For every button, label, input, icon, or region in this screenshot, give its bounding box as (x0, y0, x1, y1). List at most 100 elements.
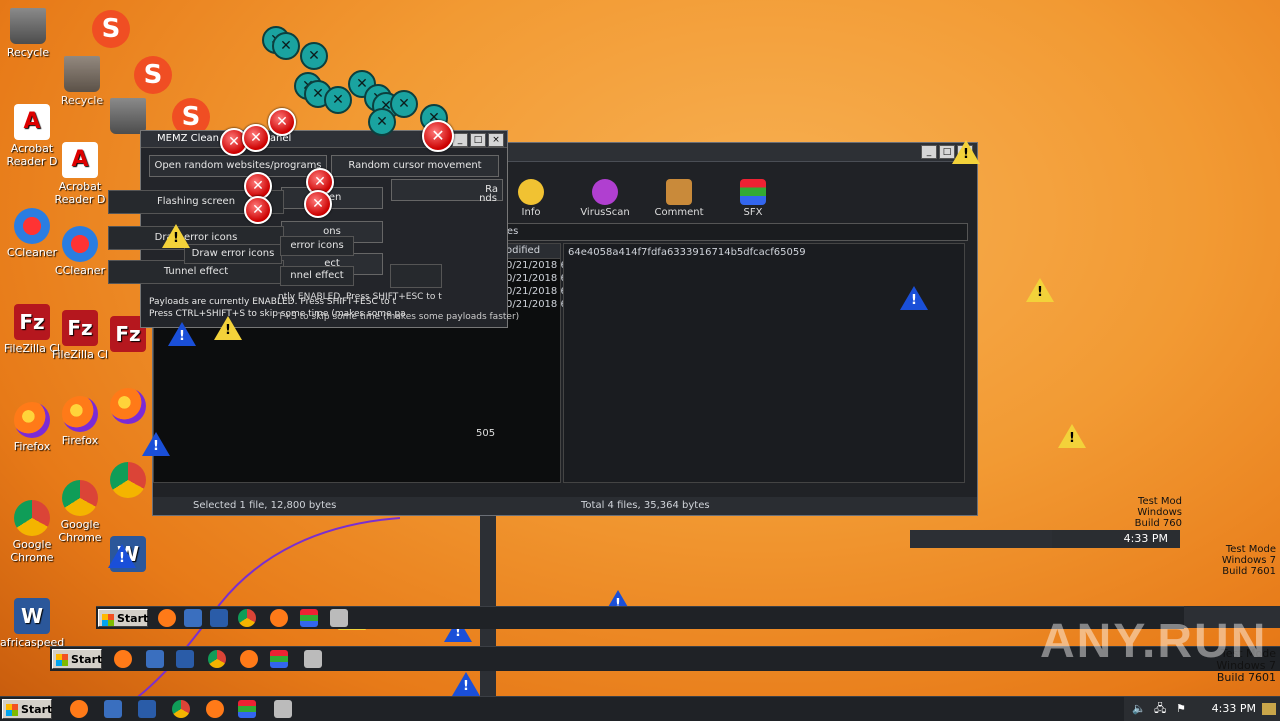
test-mode-watermark-ghost-2: Test Mod Windows Build 760 (1134, 496, 1182, 529)
start-button: Start (98, 609, 148, 627)
error-icon: ✕ (244, 196, 272, 224)
ghost-taskbar: Start (96, 606, 1184, 629)
alert-icon (142, 432, 170, 456)
file-info-right[interactable]: 64e4058a414f7fdfa6333916714b5dfcacf65059 (563, 243, 965, 483)
firefox-icon (110, 388, 146, 424)
random-cursor-button[interactable]: Random cursor movement (331, 155, 499, 177)
s-logo-icon[interactable]: S (92, 10, 130, 48)
app-icon[interactable] (274, 700, 292, 718)
app-icon (304, 650, 322, 668)
firefox-icon (14, 402, 50, 438)
chrome-icon (62, 480, 98, 516)
error-icon: ✕ (304, 190, 332, 218)
acrobat-icon: A (14, 104, 50, 140)
media-player-icon[interactable] (138, 700, 156, 718)
warning-icon (162, 224, 190, 248)
ccleaner-icon (14, 208, 50, 244)
filezilla-icon: Fz (62, 310, 98, 346)
desktop-icon-recycle-bin[interactable]: Recycle (0, 8, 60, 59)
show-desktop-icon[interactable] (1262, 703, 1276, 715)
warning-icon (1026, 278, 1054, 302)
warning-icon (952, 140, 980, 164)
recycle-bin-icon (10, 8, 46, 44)
minimize-button[interactable]: _ (452, 133, 468, 147)
start-button[interactable]: Start (2, 699, 52, 719)
toolbar: Info VirusScan Comment SFX (503, 179, 781, 218)
toolbar-virusscan-button[interactable]: VirusScan (577, 179, 633, 218)
error-icon: ✕ (300, 42, 328, 70)
ghost-button-nds: nds (479, 193, 497, 204)
file-hash: 64e4058a414f7fdfa6333916714b5dfcacf65059 (568, 247, 806, 258)
firefox-icon[interactable] (206, 700, 224, 718)
anyrun-logo: ANY.RUN (1040, 615, 1268, 668)
taskbar: Start 🔈 🖧 ⚑ 4:33 PM (0, 696, 1280, 721)
system-tray: 🔈 🖧 ⚑ 4:33 PM (1124, 697, 1280, 721)
ghost-note-2: T+S to skip some time (makes some payloa… (278, 312, 520, 322)
alert-icon (900, 286, 928, 310)
alert-icon (452, 672, 480, 696)
winrar-icon (300, 609, 318, 627)
comment-icon (666, 179, 692, 205)
network-icon[interactable]: 🖧 (1154, 697, 1166, 721)
status-right: Total 4 files, 35,364 bytes (581, 500, 710, 511)
chrome-icon[interactable] (172, 700, 190, 718)
firefox-icon (270, 609, 288, 627)
ghost-button-error-icons: error icons (280, 236, 354, 256)
media-player-icon (176, 650, 194, 668)
error-icon: ✕ (422, 120, 454, 152)
error-icon: ✕ (324, 86, 352, 114)
ghost-note-1: ntly ENABLED. Press SHIFT+ESC to t (278, 292, 442, 302)
acrobat-icon: A (62, 142, 98, 178)
alert-icon (168, 322, 196, 346)
winrar-icon[interactable] (238, 700, 256, 718)
ghost-button-een[interactable]: een (281, 187, 383, 209)
firefox-icon[interactable] (70, 700, 88, 718)
firefox-icon (114, 650, 132, 668)
close-button[interactable]: × (488, 133, 504, 147)
error-icon: ✕ (272, 32, 300, 60)
warning-icon (214, 316, 242, 340)
virusscan-icon (592, 179, 618, 205)
ghost-icon-firefox-3 (96, 388, 160, 426)
ccleaner-icon (62, 226, 98, 262)
winrar-icon (270, 650, 288, 668)
ghost-icon-acrobat: A Acrobat Reader D (48, 142, 112, 206)
clock[interactable]: 4:33 PM (1212, 697, 1256, 721)
ghost-tray: 4:33 PM (1052, 530, 1180, 548)
ghost-icon-ccleaner: CCleaner (48, 226, 112, 277)
status-bar: Selected 1 file, 12,800 bytes Total 4 fi… (153, 497, 977, 515)
ghost-button-draw-error-icons: Draw error icons (184, 244, 282, 264)
open-random-websites-button[interactable]: Open random websites/programs (149, 155, 327, 177)
firefox-icon (240, 650, 258, 668)
error-icon: ✕ (268, 108, 296, 136)
ghost-button-blank (390, 264, 442, 288)
maximize-button[interactable]: □ (470, 133, 486, 147)
toolbar-sfx-button[interactable]: SFX (725, 179, 781, 218)
toolbar-info-button[interactable]: Info (503, 179, 559, 218)
volume-icon[interactable]: 🔈 (1132, 697, 1146, 721)
filezilla-icon: Fz (14, 304, 50, 340)
start-button: Start (52, 649, 102, 669)
recycle-bin-icon (64, 56, 100, 92)
explorer-icon[interactable] (104, 700, 122, 718)
sfx-icon (740, 179, 766, 205)
test-mode-watermark-ghost: Test Mode Windows 7 Build 7601 (1221, 544, 1276, 577)
address-bar[interactable]: tes (498, 223, 968, 241)
desktop-icon-africaspeed[interactable]: W africaspeed (0, 598, 64, 649)
firefox-icon (62, 396, 98, 432)
firefox-icon (158, 609, 176, 627)
s-logo-icon: S (134, 56, 172, 94)
minimize-button[interactable]: _ (921, 145, 937, 159)
ghost-button-tunnel-effect: nnel effect (280, 266, 354, 286)
ghost-clock: 4:33 PM (1123, 532, 1168, 545)
flag-icon[interactable]: ⚑ (1176, 697, 1186, 721)
error-icon: ✕ (242, 124, 270, 152)
recycle-bin-icon (110, 98, 146, 134)
explorer-icon (146, 650, 164, 668)
media-player-icon (210, 609, 228, 627)
word-icon: W (14, 598, 50, 634)
warning-icon (1058, 424, 1086, 448)
chrome-icon (238, 609, 256, 627)
app-icon (330, 609, 348, 627)
toolbar-comment-button[interactable]: Comment (651, 179, 707, 218)
